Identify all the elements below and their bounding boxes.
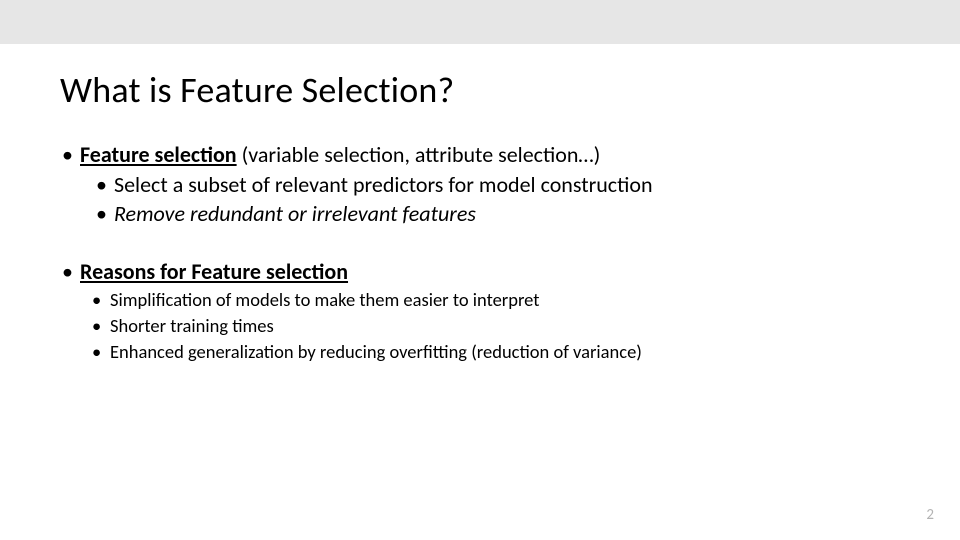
bullet-text: Enhanced generalization by reducing over…	[110, 339, 642, 365]
bullet-text: Select a subset of relevant predictors f…	[114, 170, 653, 200]
bullet-icon: •	[62, 257, 80, 287]
slide-title: What is Feature Selection?	[60, 68, 960, 112]
header-band	[0, 0, 960, 44]
page-number: 2	[926, 506, 934, 524]
bullet-feature-selection: • Feature selection (variable selection,…	[62, 140, 910, 170]
term-rest: (variable selection, attribute selection…	[237, 141, 601, 168]
bullet-icon: •	[96, 199, 114, 229]
sub-bullet-shorter-training: • Shorter training times	[92, 313, 910, 339]
bullet-icon: •	[96, 170, 114, 200]
bullet-icon: •	[62, 140, 80, 170]
sub-bullet-select-subset: • Select a subset of relevant predictors…	[96, 170, 910, 200]
bullet-icon: •	[92, 287, 110, 313]
bullet-text: Reasons for Feature selection	[80, 257, 348, 287]
sub-bullet-simplification: • Simplification of models to make them …	[92, 287, 910, 313]
bullet-text: Shorter training times	[110, 313, 274, 339]
bullet-text: Remove redundant or irrelevant features	[114, 199, 476, 229]
term-feature-selection: Feature selection	[80, 141, 237, 168]
slide-body: • Feature selection (variable selection,…	[62, 140, 910, 364]
sub-bullet-generalization: • Enhanced generalization by reducing ov…	[92, 339, 910, 365]
sub-bullet-remove-redundant: • Remove redundant or irrelevant feature…	[96, 199, 910, 229]
bullet-icon: •	[92, 313, 110, 339]
bullet-text: Feature selection (variable selection, a…	[80, 140, 600, 170]
bullet-icon: •	[92, 339, 110, 365]
bullet-reasons: • Reasons for Feature selection	[62, 257, 910, 287]
bullet-text: Simplification of models to make them ea…	[110, 287, 539, 313]
